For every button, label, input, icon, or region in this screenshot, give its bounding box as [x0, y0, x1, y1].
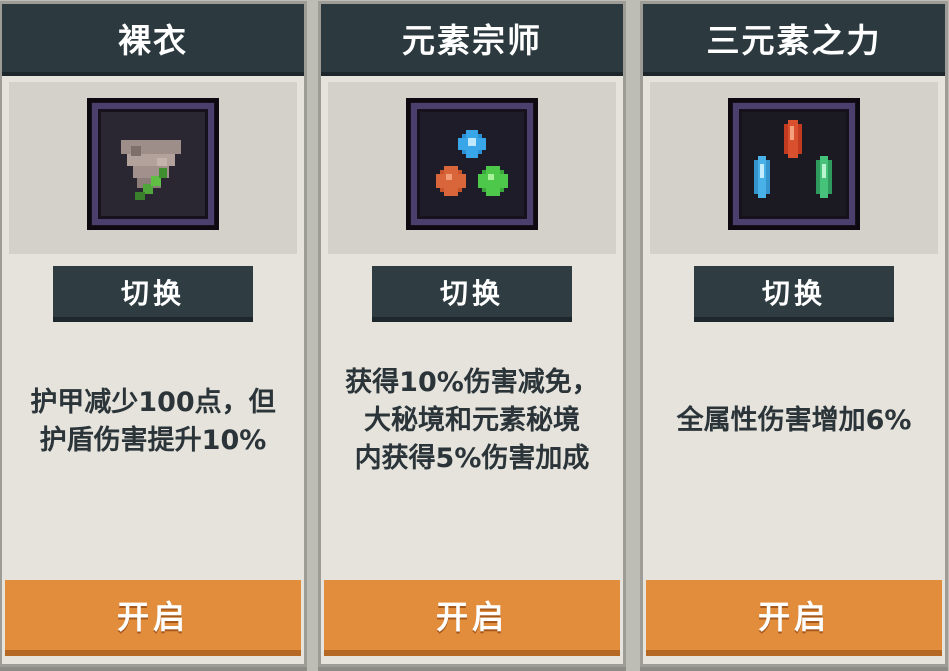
card-title: 三元素之力 [706, 21, 882, 60]
card-header: 元素宗师 [321, 4, 623, 76]
open-button[interactable]: 开启 [324, 580, 620, 656]
icon-area [9, 82, 297, 254]
description-text: 获得10%伤害减免， 大秘境和元素秘境 内获得5%伤害加成 [345, 367, 599, 474]
three-element-crystals-icon [732, 102, 856, 226]
card-title: 裸衣 [118, 21, 188, 60]
description: 获得10%伤害减免， 大秘境和元素秘境 内获得5%伤害加成 [327, 364, 617, 544]
switch-button[interactable]: 切换 [694, 266, 894, 322]
open-button[interactable]: 开启 [5, 580, 301, 656]
talent-card-naked: 裸衣 切换 护甲减少100点，但 护盾伤害提升10% 开启 [2, 4, 304, 664]
talent-selection-board: 裸衣 切换 护甲减少100点，但 护盾伤害提升10% 开启 元素宗师 切换 获得… [0, 0, 949, 671]
description-text: 护甲减少100点，但 护盾伤害提升10% [30, 387, 276, 456]
open-button[interactable]: 开启 [646, 580, 942, 656]
icon-area [328, 82, 616, 254]
card-title: 元素宗师 [402, 21, 542, 60]
talent-card-element-master: 元素宗师 切换 获得10%伤害减免， 大秘境和元素秘境 内获得5%伤害加成 开启 [321, 4, 623, 664]
description-text: 全属性伤害增加6% [676, 405, 912, 436]
switch-button[interactable]: 切换 [372, 266, 572, 322]
description: 护甲减少100点，但 护盾伤害提升10% [8, 364, 298, 544]
card-header: 裸衣 [2, 4, 304, 76]
element-orbs-icon [410, 102, 534, 226]
icon-area [650, 82, 938, 254]
card-header: 三元素之力 [643, 4, 945, 76]
description: 全属性伤害增加6% [649, 364, 939, 544]
tattered-cloth-icon [91, 102, 215, 226]
talent-card-three-elements: 三元素之力 切换 全属性伤害增加6% 开启 [643, 4, 945, 664]
switch-button[interactable]: 切换 [53, 266, 253, 322]
